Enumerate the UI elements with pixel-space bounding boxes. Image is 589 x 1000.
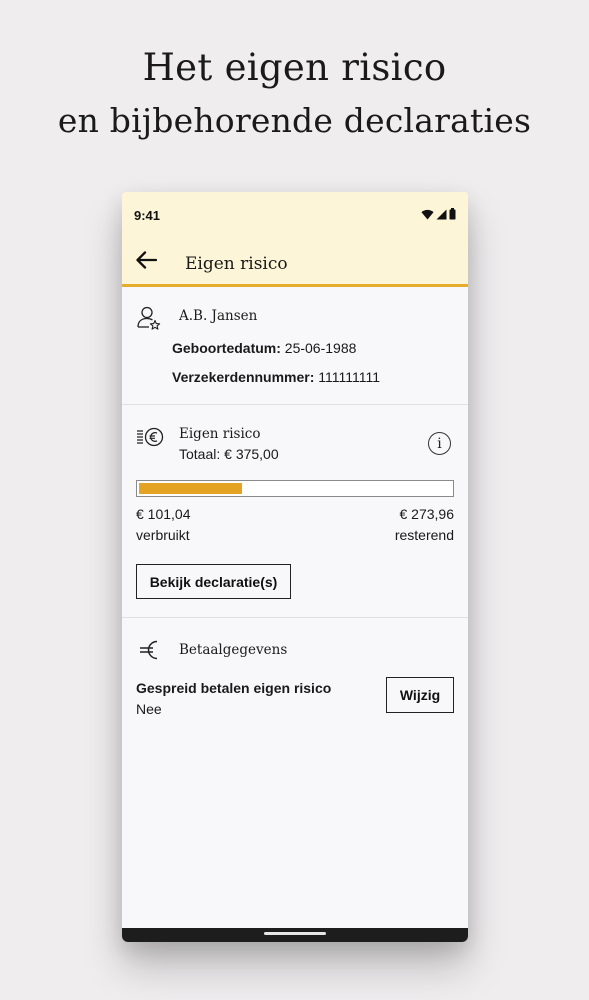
deductible-title: Eigen risico [179,426,261,442]
birth-date-value: 25-06-1988 [284,340,357,356]
spread-payment-value: Nee [136,701,162,717]
promo-title: Het eigen risico [142,46,447,89]
status-time: 9:41 [134,208,161,223]
view-claims-button[interactable]: Bekijk declaratie(s) [136,564,291,599]
used-label: verbruikt [136,527,190,543]
remaining-label: resterend [394,527,454,543]
battery-icon [449,208,456,220]
status-icons [421,208,456,220]
remaining-amount: € 273,96 [399,506,455,522]
info-icon: i [437,435,442,452]
birth-date-label: Geboortedatum: [172,340,281,356]
payment-title: Betaalgegevens [179,642,288,658]
back-button[interactable] [132,248,160,272]
deductible-total: Totaal: € 375,00 [179,446,279,462]
spread-payment-label: Gespreid betalen eigen risico [136,680,332,696]
insured-name: A.B. Jansen [179,308,258,324]
user-star-icon [136,305,162,331]
euro-coins-icon [136,426,164,448]
wifi-icon [421,209,434,219]
insured-number-value: 111111111 [318,369,381,385]
info-button[interactable]: i [428,432,451,455]
euro-icon [138,637,162,663]
insured-number-label: Verzekerdennummer: [172,369,315,385]
navigation-bar [122,928,468,942]
birth-date-row: Geboortedatum: 25-06-1988 [172,340,356,356]
signal-icon [436,209,447,219]
promo-subtitle: en bijbehorende declaraties [57,101,532,140]
app-bar: 9:41 Eigen risico [122,192,468,287]
page-title: Eigen risico [185,254,288,274]
deductible-progress-bar [136,480,454,497]
phone-screen: 9:41 Eigen risico A.B. Jansen Geboorteda… [122,192,468,942]
home-indicator[interactable] [264,932,326,935]
divider [122,617,468,618]
arrow-left-icon [136,251,157,269]
divider [122,404,468,405]
progress-fill [139,483,242,494]
edit-button[interactable]: Wijzig [386,677,454,713]
used-amount: € 101,04 [136,506,191,522]
insured-number-row: Verzekerdennummer: 111111111 [172,369,380,385]
